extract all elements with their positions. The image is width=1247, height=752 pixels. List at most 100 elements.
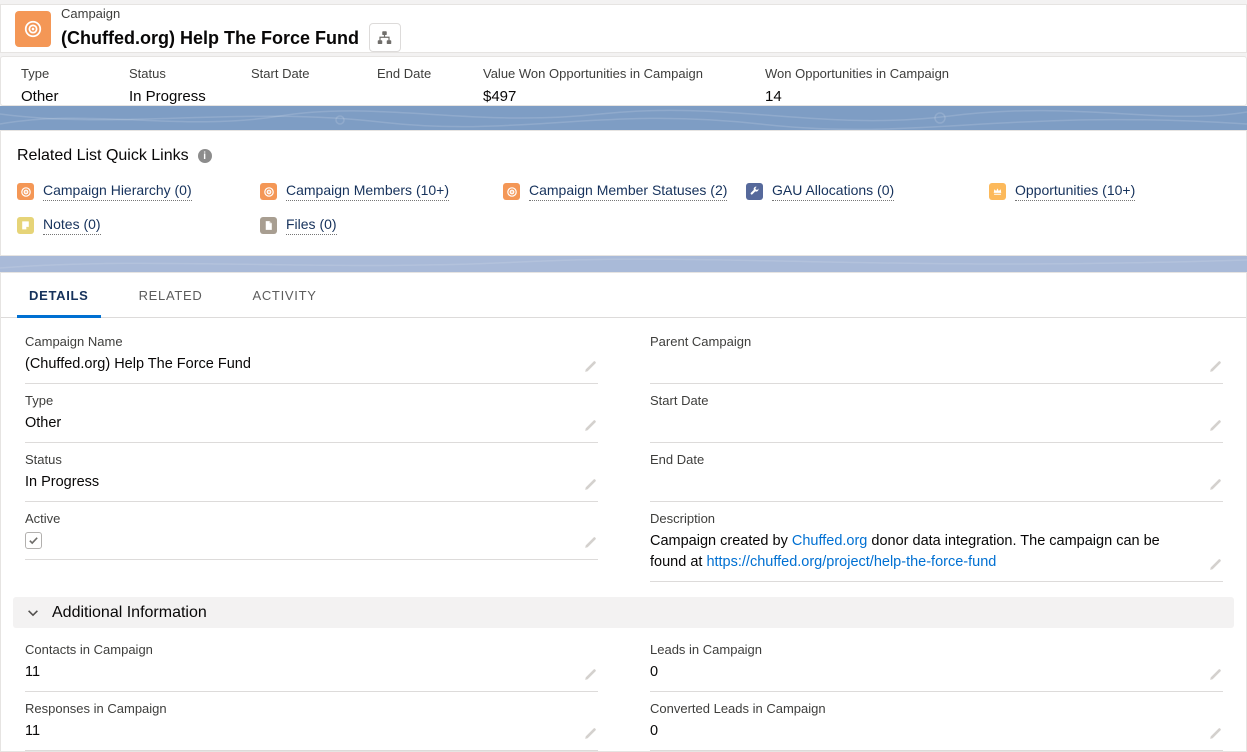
quick-link-opportunities[interactable]: Opportunities (10+) (1015, 182, 1135, 201)
highlights-panel: TypeOtherStatusIn ProgressStart Date End… (0, 56, 1247, 106)
description-link[interactable]: Chuffed.org (792, 533, 868, 549)
edit-pencil-icon (583, 362, 598, 377)
edit-type-button[interactable] (583, 418, 598, 433)
edit-status-button[interactable] (583, 477, 598, 492)
field-label: Converted Leads in Campaign (650, 701, 1193, 717)
field-end-date: End Date (650, 443, 1223, 502)
edit-pencil-icon (1208, 362, 1223, 377)
checkmark-icon (28, 535, 39, 546)
additional-information-section-header[interactable]: Additional Information (13, 597, 1234, 628)
highlight-label: Start Date (251, 66, 367, 81)
background-band (0, 106, 1247, 130)
field-description: Description Campaign created by Chuffed.o… (650, 502, 1223, 582)
highlight-label: Value Won Opportunities in Campaign (483, 66, 755, 81)
field-label: Status (25, 452, 568, 468)
field-value: 0 (650, 662, 1193, 683)
quick-link-campaign-hierarchy[interactable]: Campaign Hierarchy (0) (43, 182, 192, 201)
active-checkbox[interactable] (25, 532, 42, 549)
campaign-record-page: Campaign (Chuffed.org) Help The Force Fu… (0, 0, 1247, 703)
field-value (650, 413, 1193, 434)
field-label: Type (25, 393, 568, 409)
edit-pencil-icon (1208, 480, 1223, 495)
quick-link-item-gau-allocations: GAU Allocations (0) (746, 182, 989, 201)
edit-pencil-icon (1208, 560, 1223, 575)
field-label: Active (25, 511, 568, 527)
highlight-field-start-date: Start Date (251, 66, 377, 105)
campaign-icon (503, 183, 520, 200)
edit-pencil-icon (583, 670, 598, 685)
field-parent-campaign: Parent Campaign (650, 325, 1223, 384)
field-value: (Chuffed.org) Help The Force Fund (25, 354, 568, 375)
background-band (0, 256, 1247, 272)
entity-label: Campaign (61, 5, 401, 22)
campaign-icon (260, 183, 277, 200)
edit-pencil-icon (1208, 421, 1223, 436)
section-title: Additional Information (52, 604, 207, 622)
highlight-value (251, 88, 367, 105)
field-value: Other (25, 413, 568, 434)
edit-parent-campaign-button[interactable] (1208, 359, 1223, 374)
highlight-field-won-opportunities-in-campaign: Won Opportunities in Campaign14 (765, 66, 959, 105)
edit-start-date-button[interactable] (1208, 418, 1223, 433)
highlight-value: $497 (483, 88, 755, 105)
file-icon (260, 217, 277, 234)
field-label: Leads in Campaign (650, 642, 1193, 658)
wave-pattern (0, 256, 1247, 272)
edit-description-button[interactable] (1208, 557, 1223, 572)
edit-converted-leads-in-campaign-button[interactable] (1208, 726, 1223, 741)
field-label: Contacts in Campaign (25, 642, 568, 658)
highlight-label: Won Opportunities in Campaign (765, 66, 949, 81)
wrench-icon (746, 183, 763, 200)
info-icon[interactable]: i (198, 149, 212, 163)
field-responses-in-campaign: Responses in Campaign11 (25, 692, 598, 751)
field-converted-leads-in-campaign: Converted Leads in Campaign0 (650, 692, 1223, 751)
edit-contacts-in-campaign-button[interactable] (583, 667, 598, 682)
view-hierarchy-button[interactable] (369, 23, 401, 52)
edit-leads-in-campaign-button[interactable] (1208, 667, 1223, 682)
details-left-column: Campaign Name(Chuffed.org) Help The Forc… (25, 325, 598, 582)
record-tabs: DETAILS RELATED ACTIVITY (1, 273, 1246, 318)
highlight-label: Type (21, 66, 119, 81)
field-label: End Date (650, 452, 1193, 468)
highlight-field-status: StatusIn Progress (129, 66, 251, 105)
edit-active-button[interactable] (583, 535, 598, 550)
field-active: Active (25, 502, 598, 560)
quick-link-campaign-member-statuses[interactable]: Campaign Member Statuses (2) (529, 182, 727, 201)
edit-pencil-icon (1208, 670, 1223, 685)
edit-pencil-icon (583, 480, 598, 495)
quick-link-campaign-members[interactable]: Campaign Members (10+) (286, 182, 449, 201)
description-link[interactable]: https://chuffed.org/project/help-the-for… (706, 554, 996, 570)
highlight-field-type: Type Other (21, 66, 129, 105)
field-value (650, 472, 1193, 493)
quick-link-item-campaign-hierarchy: Campaign Hierarchy (0) (17, 182, 260, 201)
highlight-value: Other (21, 88, 119, 105)
quick-links-title: Related List Quick Links (17, 147, 189, 165)
highlight-label: Status (129, 66, 241, 81)
field-leads-in-campaign: Leads in Campaign 0 (650, 633, 1223, 692)
field-value: In Progress (25, 472, 568, 493)
quick-link-files[interactable]: Files (0) (286, 216, 337, 235)
field-label: Responses in Campaign (25, 701, 568, 717)
wave-pattern (0, 106, 1247, 130)
quick-link-item-campaign-members: Campaign Members (10+) (260, 182, 503, 201)
additional-information-form: Contacts in Campaign11Responses in Campa… (1, 628, 1246, 751)
highlight-field-value-won-opportunities-in-campaign: Value Won Opportunities in Campaign $497 (483, 66, 765, 105)
edit-pencil-icon (583, 729, 598, 744)
edit-campaign-name-button[interactable] (583, 359, 598, 374)
edit-responses-in-campaign-button[interactable] (583, 726, 598, 741)
field-label: Start Date (650, 393, 1193, 409)
field-type: Type Other (25, 384, 598, 443)
field-start-date: Start Date (650, 384, 1223, 443)
quick-links-grid: Campaign Hierarchy (0) Campaign Members (… (15, 182, 1232, 235)
edit-end-date-button[interactable] (1208, 477, 1223, 492)
field-label: Description (650, 511, 1193, 527)
field-value: Campaign created by Chuffed.org donor da… (650, 531, 1193, 573)
quick-link-notes[interactable]: Notes (0) (43, 216, 101, 235)
quick-link-gau-allocations[interactable]: GAU Allocations (0) (772, 182, 894, 201)
tab-activity[interactable]: ACTIVITY (240, 273, 328, 317)
details-form: Campaign Name(Chuffed.org) Help The Forc… (1, 318, 1246, 582)
record-header-text: Campaign (Chuffed.org) Help The Force Fu… (61, 5, 401, 52)
tab-details[interactable]: DETAILS (17, 273, 101, 317)
field-campaign-name: Campaign Name(Chuffed.org) Help The Forc… (25, 325, 598, 384)
tab-related[interactable]: RELATED (127, 273, 215, 317)
